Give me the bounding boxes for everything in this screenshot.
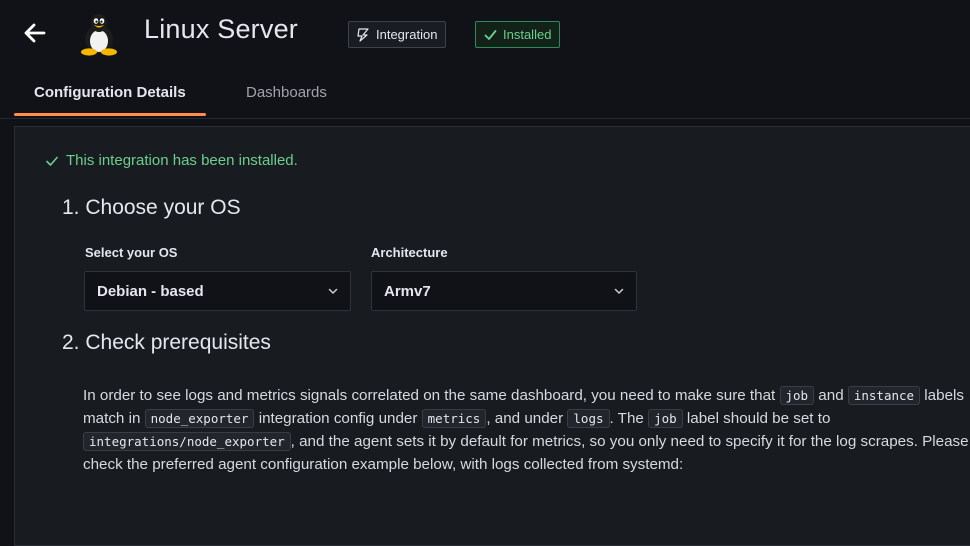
code-snippet: job — [779, 386, 815, 405]
tab-bar: Configuration Details Dashboards — [0, 72, 970, 119]
tab-dashboards[interactable]: Dashboards — [246, 84, 327, 114]
page-header: Linux Server Integration Installed — [0, 0, 970, 72]
code-snippet: node_exporter — [144, 409, 255, 428]
installed-badge-label: Installed — [503, 27, 552, 42]
check-icon — [484, 29, 497, 40]
code-snippet: logs — [567, 409, 610, 428]
prereq-text: . The — [609, 410, 649, 427]
prereq-text: In order to see logs and metrics signals… — [83, 387, 780, 404]
prereq-text: , and under — [486, 410, 568, 427]
os-select[interactable]: Debian - based — [84, 271, 351, 311]
installed-badge: Installed — [475, 21, 561, 48]
linux-tux-icon — [76, 12, 122, 56]
prereq-text: and — [814, 387, 848, 404]
architecture-select-value: Armv7 — [384, 282, 431, 300]
page-title: Linux Server — [144, 14, 298, 44]
code-snippet: instance — [847, 386, 921, 405]
code-snippet: metrics — [421, 409, 487, 428]
success-text: This integration has been installed. — [66, 152, 298, 169]
architecture-label: Architecture — [371, 245, 448, 260]
prereq-text: integration config under — [254, 410, 422, 427]
os-select-value: Debian - based — [97, 282, 204, 300]
install-success-message: This integration has been installed. — [46, 152, 298, 169]
integration-badge: Integration — [348, 21, 447, 48]
code-snippet: integrations/node_exporter — [83, 432, 291, 451]
prereq-text: label should be set to — [682, 410, 831, 427]
section-heading-choose-os: 1. Choose your OS — [62, 196, 241, 219]
architecture-select[interactable]: Armv7 — [371, 271, 637, 311]
check-icon — [46, 156, 58, 166]
chevron-down-icon — [614, 288, 624, 294]
code-snippet: job — [648, 409, 683, 428]
plug-icon — [357, 27, 369, 42]
back-arrow-icon[interactable] — [20, 18, 50, 48]
prerequisites-paragraph: In order to see logs and metrics signals… — [83, 384, 970, 476]
chevron-down-icon — [328, 288, 338, 294]
integration-badge-label: Integration — [376, 27, 438, 42]
os-select-label: Select your OS — [85, 245, 178, 260]
tab-configuration-details[interactable]: Configuration Details — [14, 84, 206, 116]
section-heading-check-prerequisites: 2. Check prerequisites — [62, 331, 271, 354]
